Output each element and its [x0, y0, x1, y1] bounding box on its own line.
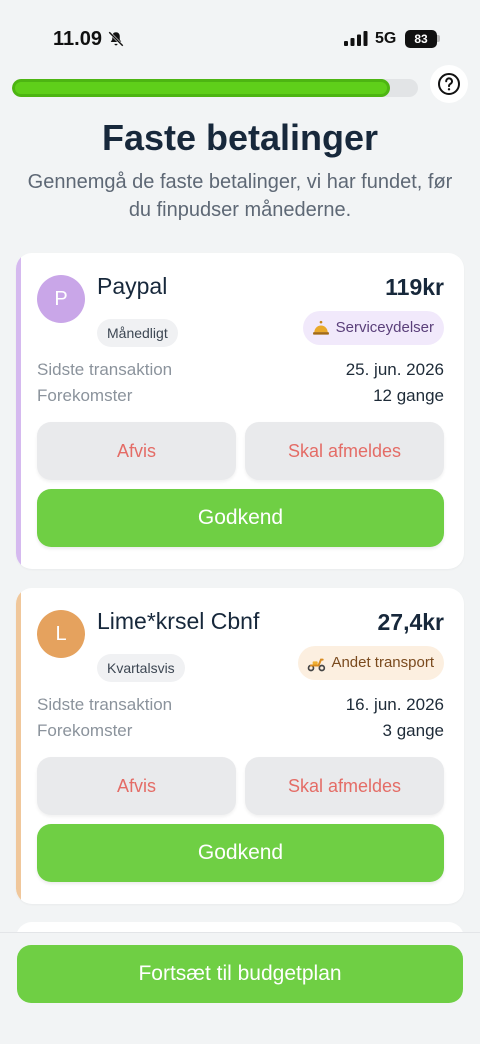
continue-button[interactable]: Fortsæt til budgetplan: [17, 945, 463, 1003]
merchant-avatar: L: [37, 610, 85, 658]
category-label: Serviceydelser: [335, 319, 434, 336]
page-subtitle: Gennemgå de faste betalinger, vi har fun…: [27, 171, 453, 221]
card-stripe: [16, 253, 21, 569]
recurring-payment-card: P Paypal 119kr Månedligt Serviceydelser …: [16, 253, 464, 569]
bell-icon: [312, 320, 329, 335]
scooter-icon: [308, 658, 326, 672]
merchant-name: Lime*krsel Cbnf: [97, 608, 260, 634]
last-transaction-value: 25. jun. 2026: [345, 360, 444, 379]
reject-button[interactable]: Afvis: [37, 422, 236, 480]
occurrences-label: Forekomster: [37, 386, 133, 405]
frequency-badge: Kvartalsvis: [97, 654, 185, 682]
merchant-avatar: P: [37, 275, 85, 323]
category-badge: Serviceydelser: [302, 311, 444, 345]
network-type: 5G: [375, 30, 397, 47]
help-button[interactable]: [430, 65, 468, 103]
approve-button[interactable]: Godkend: [37, 824, 444, 882]
unsubscribe-button[interactable]: Skal afmeldes: [245, 757, 444, 815]
last-transaction-label: Sidste transaktion: [37, 695, 173, 714]
category-label: Andet transport: [331, 654, 434, 671]
progress-fill: [12, 79, 390, 97]
status-time: 11.09: [53, 28, 102, 50]
bell-off-icon: [108, 31, 124, 47]
last-transaction-value: 16. jun. 2026: [345, 695, 444, 714]
recurring-payment-card: L Lime*krsel Cbnf 27,4kr Kvartalsvis And…: [16, 588, 464, 904]
occurrences-value: 12 gange: [373, 386, 444, 405]
battery-nub: [437, 35, 440, 42]
unsubscribe-button[interactable]: Skal afmeldes: [245, 422, 444, 480]
signal-icon: [344, 31, 368, 46]
status-bar: 11.09 5G 83: [0, 0, 480, 70]
last-transaction-label: Sidste transaktion: [37, 360, 173, 379]
occurrences-label: Forekomster: [37, 721, 133, 740]
question-icon: [438, 73, 460, 95]
battery-icon: 83: [405, 30, 437, 48]
payment-amount: 119kr: [385, 274, 444, 300]
page-title: Faste betalinger: [101, 117, 379, 158]
reject-button[interactable]: Afvis: [37, 757, 236, 815]
progress-bar: [12, 79, 418, 97]
card-stripe: [16, 588, 21, 904]
payment-amount: 27,4kr: [377, 609, 444, 635]
approve-button[interactable]: Godkend: [37, 489, 444, 547]
merchant-name: Paypal: [97, 273, 168, 299]
frequency-badge: Månedligt: [97, 319, 178, 347]
category-badge: Andet transport: [298, 646, 444, 680]
occurrences-value: 3 gange: [382, 721, 444, 740]
